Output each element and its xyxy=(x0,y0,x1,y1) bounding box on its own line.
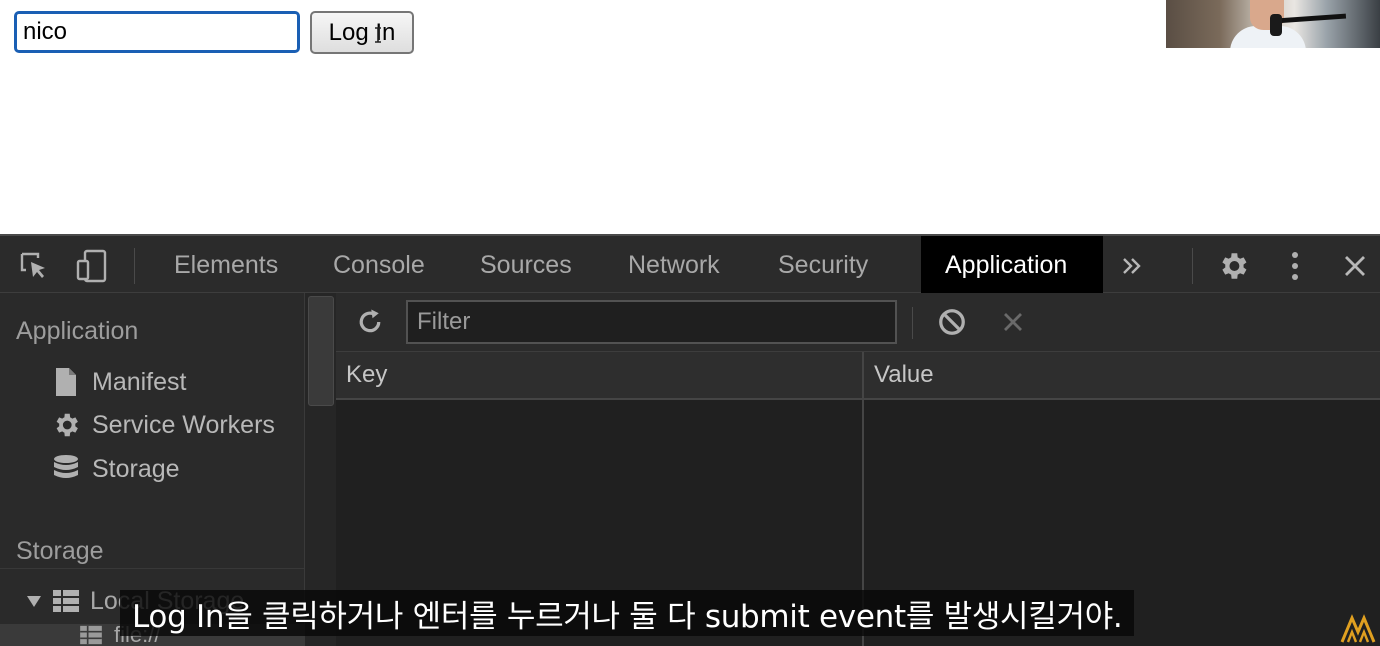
table-header: Key Value xyxy=(336,352,1380,400)
sidebar-item-label: Storage xyxy=(92,454,180,483)
webcam-overlay xyxy=(1166,0,1380,48)
chevron-double-right-icon[interactable] xyxy=(1114,248,1150,284)
sidebar-section-storage: Storage xyxy=(16,537,104,565)
gear-icon xyxy=(50,409,82,441)
tab-sources[interactable]: Sources xyxy=(458,236,594,294)
device-toolbar-icon[interactable] xyxy=(74,248,110,284)
kebab-menu-icon[interactable] xyxy=(1277,248,1313,284)
grid-icon xyxy=(53,590,79,612)
devtools-panel: Elements Console Sources Network Securit… xyxy=(0,234,1380,646)
tab-console[interactable]: Console xyxy=(311,236,447,294)
database-icon xyxy=(50,453,82,485)
sidebar-section-application: Application xyxy=(16,317,139,345)
devtools-toolbar: Elements Console Sources Network Securit… xyxy=(0,234,1380,294)
channel-logo-icon xyxy=(1340,614,1376,643)
scrollbar-thumb[interactable] xyxy=(308,296,334,406)
close-icon[interactable] xyxy=(1337,248,1373,284)
video-subtitle: Log In을 클릭하거나 엔터를 누르거나 둘 다 submit event를… xyxy=(120,590,1135,636)
web-page: Log In xyxy=(0,0,1380,234)
sidebar-item-service-workers[interactable]: Service Workers xyxy=(50,407,275,443)
inspect-element-icon[interactable] xyxy=(16,248,52,284)
delete-selected-icon[interactable] xyxy=(995,304,1031,340)
refresh-icon[interactable] xyxy=(352,304,388,340)
column-header-key[interactable]: Key xyxy=(336,352,862,398)
sidebar-item-label: Service Workers xyxy=(92,410,275,439)
text-cursor-icon xyxy=(375,27,381,43)
login-button[interactable]: Log In xyxy=(310,11,414,54)
triangle-down-icon xyxy=(27,596,41,607)
column-header-value[interactable]: Value xyxy=(864,352,1380,398)
gear-icon[interactable] xyxy=(1215,248,1251,284)
clear-all-icon[interactable] xyxy=(934,304,970,340)
grid-icon xyxy=(80,625,102,645)
username-input[interactable] xyxy=(14,11,300,53)
tab-elements[interactable]: Elements xyxy=(152,236,300,294)
tab-network[interactable]: Network xyxy=(606,236,742,294)
file-icon xyxy=(50,366,82,398)
sidebar-item-storage[interactable]: Storage xyxy=(50,451,180,487)
sidebar-item-manifest[interactable]: Manifest xyxy=(50,364,186,400)
storage-toolbar xyxy=(336,293,1380,352)
sidebar-item-label: Manifest xyxy=(92,367,187,396)
tab-application[interactable]: Application xyxy=(921,236,1103,294)
filter-input[interactable] xyxy=(406,300,897,344)
screen: Log In Elements Console Sources Network … xyxy=(0,0,1380,646)
tab-security[interactable]: Security xyxy=(756,236,890,294)
